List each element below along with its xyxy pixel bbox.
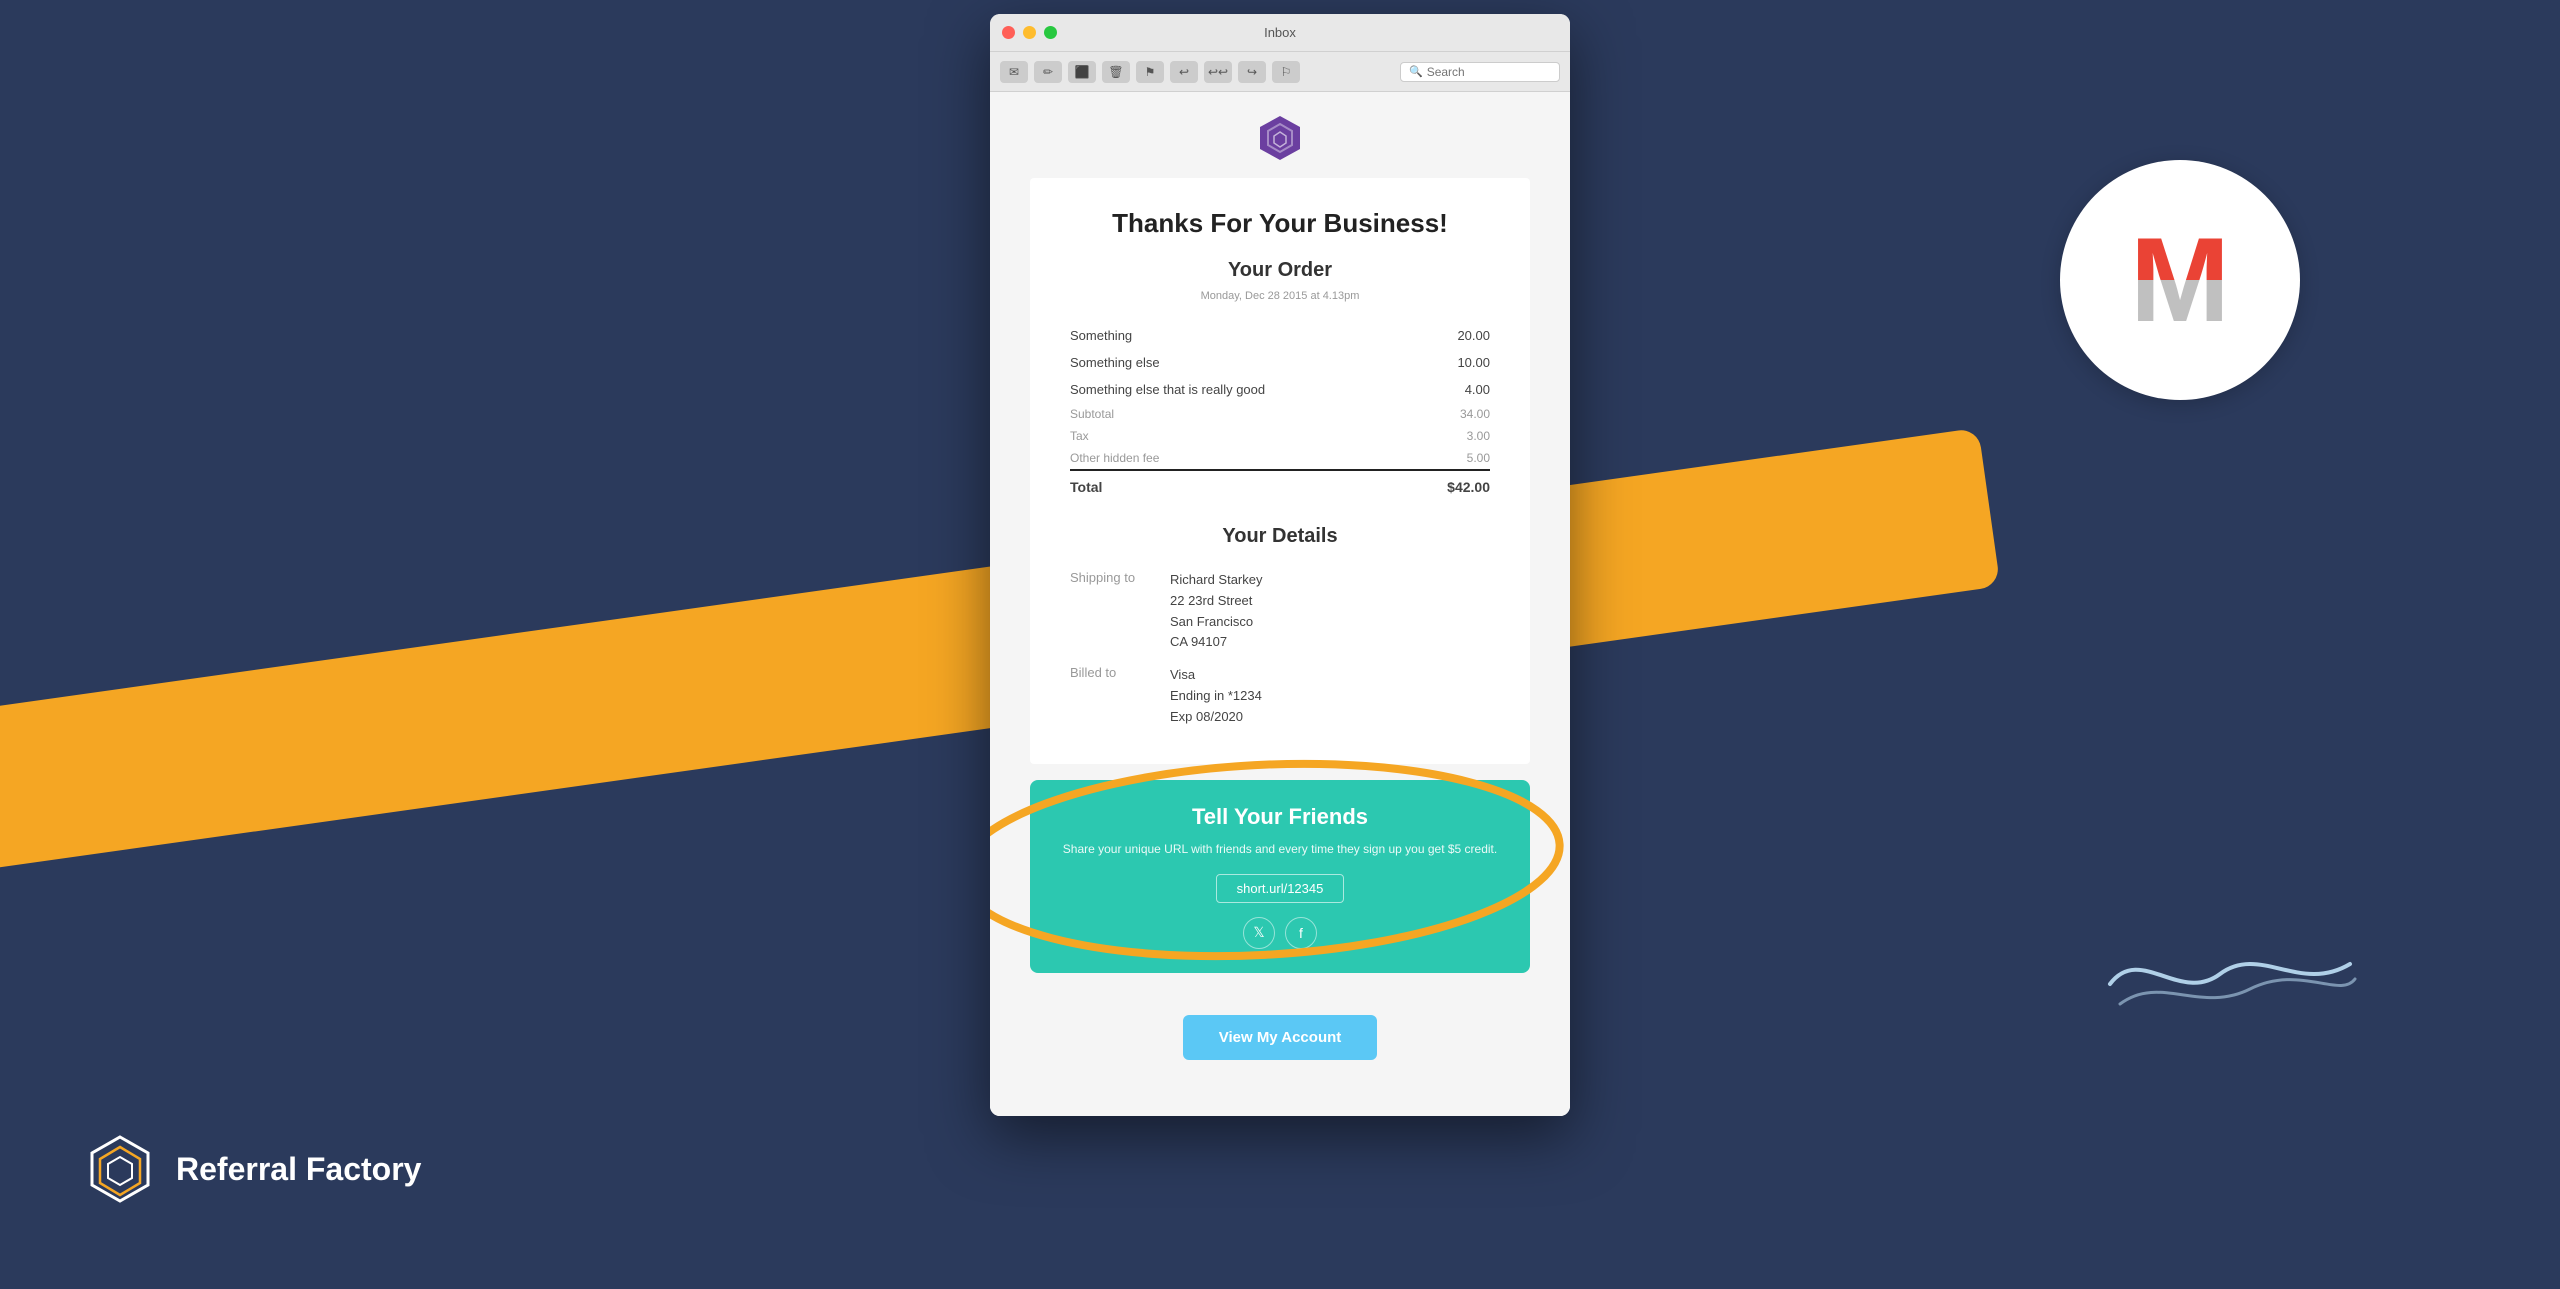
tyfriends-description: Share your unique URL with friends and e… [1060, 840, 1500, 858]
tyfriends-wrapper: Tell Your Friends Share your unique URL … [990, 780, 1570, 973]
tax-value: 3.00 [1414, 425, 1490, 447]
email-footer [990, 1096, 1570, 1116]
toolbar-forward-icon[interactable]: ↪ [1238, 61, 1266, 83]
billing-card: Visa [1170, 667, 1195, 682]
tax-label: Tax [1070, 425, 1414, 447]
total-value: $42.00 [1414, 470, 1490, 501]
order-date: Monday, Dec 28 2015 at 4.13pm [1070, 290, 1490, 302]
details-section-title: Your Details [1070, 525, 1490, 548]
mac-toolbar: ✉ ✏ ⬛ 🗑 ⚑ ↩ ↩↩ ↪ ⚐ 🔍 [990, 52, 1570, 92]
view-account-wrapper: View My Account [990, 989, 1570, 1096]
table-row: Something else that is really good 4.00 [1070, 376, 1490, 403]
tyfriends-title: Tell Your Friends [1060, 804, 1500, 830]
shipping-address: Richard Starkey 22 23rd StreetSan Franci… [1170, 564, 1490, 659]
scribble-decoration [2100, 924, 2360, 1029]
toolbar-trash-icon[interactable]: 🗑 [1102, 61, 1130, 83]
toolbar-junk-icon[interactable]: ⚑ [1136, 61, 1164, 83]
mac-window-title: Inbox [1264, 25, 1296, 40]
item-name: Something [1070, 322, 1414, 349]
brand-name-text: Referral Factory [176, 1151, 421, 1188]
table-row: Something 20.00 [1070, 322, 1490, 349]
item-price: 4.00 [1414, 376, 1490, 403]
subtotal-row: Subtotal 34.00 [1070, 403, 1490, 425]
billing-label: Billed to [1070, 659, 1170, 733]
total-label: Total [1070, 470, 1414, 501]
facebook-button[interactable]: f [1285, 917, 1317, 949]
toolbar-reply-all-icon[interactable]: ↩↩ [1204, 61, 1232, 83]
billing-row: Billed to Visa Ending in *1234 Exp 08/20… [1070, 659, 1490, 733]
mac-window: Inbox ✉ ✏ ⬛ 🗑 ⚑ ↩ ↩↩ ↪ ⚐ 🔍 Thanks For Y [990, 14, 1570, 1116]
order-section-title: Your Order [1070, 259, 1490, 282]
email-header [990, 92, 1570, 178]
subtotal-label: Subtotal [1070, 403, 1414, 425]
details-table: Shipping to Richard Starkey 22 23rd Stre… [1070, 564, 1490, 734]
table-row: Something else 10.00 [1070, 349, 1490, 376]
shipping-label: Shipping to [1070, 564, 1170, 659]
referral-factory-icon [80, 1129, 160, 1209]
shipping-row: Shipping to Richard Starkey 22 23rd Stre… [1070, 564, 1490, 659]
social-icons-row: 𝕏 f [1060, 917, 1500, 949]
email-content-area: Thanks For Your Business! Your Order Mon… [990, 92, 1570, 1116]
tax-row: Tax 3.00 [1070, 425, 1490, 447]
billing-info: Visa Ending in *1234 Exp 08/2020 [1170, 659, 1490, 733]
total-row: Total $42.00 [1070, 470, 1490, 501]
twitter-button[interactable]: 𝕏 [1243, 917, 1275, 949]
item-price: 10.00 [1414, 349, 1490, 376]
email-body-card: Thanks For Your Business! Your Order Mon… [1030, 178, 1530, 764]
mac-titlebar: Inbox [990, 14, 1570, 52]
search-input[interactable] [1427, 65, 1547, 79]
brand-logo-area: Referral Factory [80, 1129, 421, 1209]
gmail-icon-circle: M [2060, 160, 2300, 400]
item-price: 20.00 [1414, 322, 1490, 349]
hidden-fee-value: 5.00 [1414, 447, 1490, 470]
hidden-fee-label: Other hidden fee [1070, 447, 1414, 470]
toolbar-flag-icon[interactable]: ⚐ [1272, 61, 1300, 83]
toolbar-reply-icon[interactable]: ↩ [1170, 61, 1198, 83]
email-main-title: Thanks For Your Business! [1070, 208, 1490, 239]
tyfriends-url-button[interactable]: short.url/12345 [1216, 874, 1345, 903]
mac-maximize-button[interactable] [1044, 26, 1057, 39]
search-icon: 🔍 [1409, 65, 1423, 78]
brand-hex-icon [1254, 112, 1306, 164]
mac-close-button[interactable] [1002, 26, 1015, 39]
hidden-fee-row: Other hidden fee 5.00 [1070, 447, 1490, 470]
view-account-button[interactable]: View My Account [1183, 1015, 1378, 1060]
toolbar-compose-icon[interactable]: ✉ [1000, 61, 1028, 83]
subtotal-value: 34.00 [1414, 403, 1490, 425]
shipping-name: Richard Starkey [1170, 572, 1262, 587]
search-box[interactable]: 🔍 [1400, 62, 1560, 82]
order-table: Something 20.00 Something else 10.00 Som… [1070, 322, 1490, 501]
billing-ending: Ending in *1234 [1170, 688, 1262, 703]
item-name: Something else that is really good [1070, 376, 1414, 403]
item-name: Something else [1070, 349, 1414, 376]
toolbar-edit-icon[interactable]: ✏ [1034, 61, 1062, 83]
gmail-m-icon: M [2130, 220, 2230, 340]
billing-expiry: Exp 08/2020 [1170, 709, 1243, 724]
mac-minimize-button[interactable] [1023, 26, 1036, 39]
tyfriends-section: Tell Your Friends Share your unique URL … [1030, 780, 1530, 973]
toolbar-archive-icon[interactable]: ⬛ [1068, 61, 1096, 83]
